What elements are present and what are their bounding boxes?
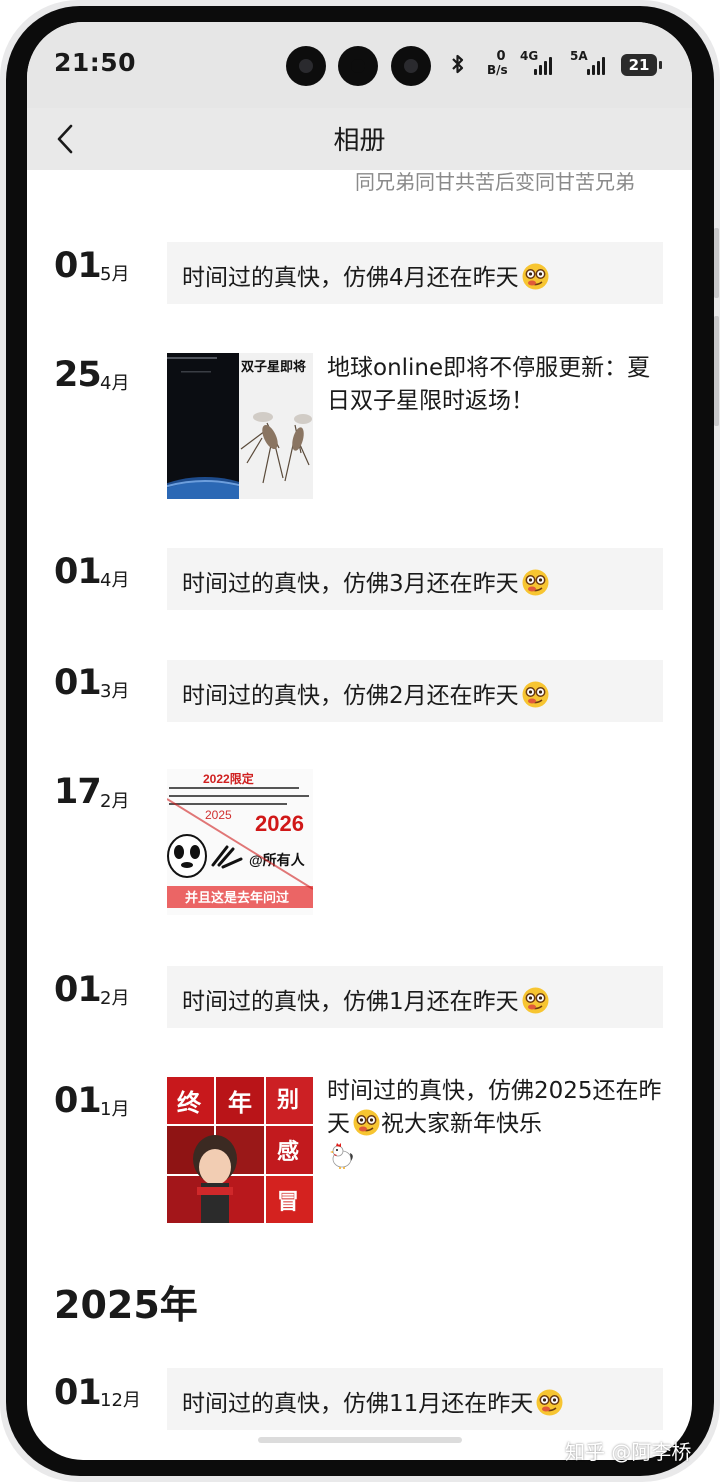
post-text-block[interactable]: 时间过的真快，仿佛2025还在昨天 祝大家新年快乐 bbox=[327, 1075, 672, 1174]
new-year-grid-image: 终 年 别 感 冒 bbox=[167, 1077, 313, 1223]
screen: 21:50 0 B/s 4G 5A 21 相册 同兄弟同甘共苦后变同甘苦兄弟 0… bbox=[27, 22, 692, 1460]
post-month: 12月 bbox=[100, 1390, 141, 1411]
svg-text:2025: 2025 bbox=[205, 808, 232, 822]
svg-text:别: 别 bbox=[276, 1087, 299, 1113]
net-speed-unit: B/s bbox=[487, 63, 508, 77]
post-day: 01 bbox=[54, 246, 102, 286]
post-text: 时间过的真快，仿佛2月还在昨天 bbox=[182, 683, 519, 709]
nerd-face-emoji-icon bbox=[521, 262, 550, 291]
signal-2-label: 5A bbox=[570, 49, 588, 63]
bluetooth-icon bbox=[450, 52, 466, 80]
post-month: 5月 bbox=[100, 264, 130, 285]
nerd-face-emoji-icon bbox=[352, 1108, 381, 1137]
camera-cutout bbox=[338, 46, 378, 86]
post-month: 3月 bbox=[100, 681, 130, 702]
year-heading: 2025年 bbox=[54, 1283, 198, 1327]
post-text: 时间过的真快，仿佛3月还在昨天 bbox=[182, 571, 519, 597]
post-thumbnail[interactable]: 双子星即将 bbox=[167, 353, 313, 499]
post-text-2: 祝大家新年快乐 bbox=[381, 1111, 542, 1137]
post-month: 4月 bbox=[100, 373, 130, 394]
rooster-emoji-icon bbox=[327, 1141, 356, 1170]
battery-icon: 21 bbox=[621, 54, 657, 76]
signal-bars-icon bbox=[587, 54, 605, 75]
post-day: 17 bbox=[54, 772, 102, 812]
status-bar: 21:50 0 B/s 4G 5A 21 bbox=[27, 22, 692, 108]
post-day: 01 bbox=[54, 552, 102, 592]
post-month: 2月 bbox=[100, 988, 130, 1009]
nerd-face-emoji-icon bbox=[535, 1388, 564, 1417]
volume-button bbox=[714, 228, 719, 298]
svg-text:感: 感 bbox=[277, 1139, 299, 1165]
text-post-bubble[interactable]: 时间过的真快，仿佛1月还在昨天 bbox=[167, 966, 663, 1028]
svg-text:年: 年 bbox=[228, 1088, 252, 1117]
page-title: 相册 bbox=[333, 126, 386, 156]
post-thumbnail[interactable]: 2022限定 2025 2026 @所有人 并且这是去年问过 bbox=[167, 769, 313, 915]
earth-and-mosquito-image: 双子星即将 bbox=[167, 353, 313, 499]
nerd-face-emoji-icon bbox=[521, 986, 550, 1015]
battery-tip bbox=[659, 61, 662, 69]
nerd-face-emoji-icon bbox=[521, 680, 550, 709]
post-day: 01 bbox=[54, 663, 102, 703]
post-text: 时间过的真快，仿佛4月还在昨天 bbox=[182, 265, 519, 291]
status-time: 21:50 bbox=[54, 48, 137, 77]
power-button bbox=[714, 316, 719, 426]
nerd-face-emoji-icon bbox=[521, 568, 550, 597]
post-month: 1月 bbox=[100, 1099, 130, 1120]
text-post-bubble[interactable]: 时间过的真快，仿佛2月还在昨天 bbox=[167, 660, 663, 722]
svg-text:2022限定: 2022限定 bbox=[203, 771, 254, 786]
svg-text:2026: 2026 bbox=[255, 811, 304, 836]
thumb-caption: 双子星即将 bbox=[241, 359, 306, 374]
svg-text:冒: 冒 bbox=[277, 1189, 299, 1215]
post-month: 2月 bbox=[100, 791, 130, 812]
svg-text:并且这是去年问过: 并且这是去年问过 bbox=[185, 890, 289, 905]
text-post-bubble[interactable]: 时间过的真快，仿佛11月还在昨天 bbox=[167, 1368, 663, 1430]
partial-previous-text: 同兄弟同甘共苦后变同甘苦兄弟 bbox=[355, 170, 635, 194]
post-day: 01 bbox=[54, 1081, 102, 1121]
watermark: 知乎 @阿李桥 bbox=[565, 1440, 692, 1464]
post-day: 01 bbox=[54, 970, 102, 1010]
post-day: 01 bbox=[54, 1373, 102, 1413]
signal-bars-icon bbox=[534, 54, 552, 75]
nav-bar: 相册 bbox=[27, 108, 692, 170]
post-text: 时间过的真快，仿佛1月还在昨天 bbox=[182, 989, 519, 1015]
home-indicator[interactable] bbox=[258, 1437, 462, 1443]
post-month: 4月 bbox=[100, 570, 130, 591]
new-year-meme-image: 2022限定 2025 2026 @所有人 并且这是去年问过 bbox=[167, 769, 313, 915]
post-thumbnail[interactable]: 终 年 别 感 冒 bbox=[167, 1077, 313, 1223]
net-speed-value: 0 bbox=[496, 49, 506, 64]
post-day: 25 bbox=[54, 355, 102, 395]
text-post-bubble[interactable]: 时间过的真快，仿佛4月还在昨天 bbox=[167, 242, 663, 304]
post-text[interactable]: 地球online即将不停服更新：夏日双子星限时返场！ bbox=[327, 352, 672, 418]
post-text: 时间过的真快，仿佛11月还在昨天 bbox=[182, 1391, 534, 1417]
camera-cutout bbox=[391, 46, 431, 86]
svg-text:终: 终 bbox=[177, 1088, 202, 1117]
text-post-bubble[interactable]: 时间过的真快，仿佛3月还在昨天 bbox=[167, 548, 663, 610]
camera-cutout bbox=[286, 46, 326, 86]
